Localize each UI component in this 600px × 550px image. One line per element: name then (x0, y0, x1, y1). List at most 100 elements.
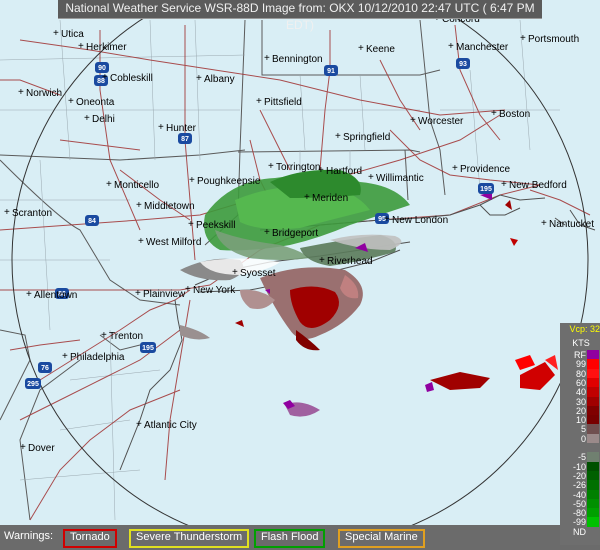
shield-76: 76 (41, 365, 49, 372)
city-label-pittsfield: Pittsfield (264, 97, 302, 108)
city-marker: + (264, 53, 270, 64)
shield-295: 295 (27, 381, 39, 388)
city-label-cobleskill: Cobleskill (110, 73, 153, 84)
city-label-bridgeport: Bridgeport (272, 228, 318, 239)
city-marker: + (196, 73, 202, 84)
city-label-utica: Utica (61, 29, 84, 40)
city-marker: + (106, 179, 112, 190)
city-marker: + (541, 218, 547, 229)
city-marker: + (18, 87, 24, 98)
city-marker: + (384, 214, 390, 225)
city-marker: + (410, 115, 416, 126)
shield-93: 93 (459, 61, 467, 68)
city-label-syosset: Syosset (240, 268, 276, 279)
city-marker: + (232, 267, 238, 278)
city-label-poughkeepsie: Poughkeepsie (197, 176, 261, 187)
radar-map: 90 88 91 87 93 95 84 80 195 195 76 295 +… (0, 0, 600, 550)
city-marker: + (520, 33, 526, 44)
city-label-west-milford: West Milford (146, 237, 201, 248)
city-label-norwich: Norwich (26, 88, 62, 99)
city-marker: + (491, 108, 497, 119)
city-label-bennington: Bennington (272, 54, 323, 65)
legend-swatch (587, 526, 599, 537)
city-marker: + (318, 165, 324, 176)
severe-thunderstorm-warning-button[interactable]: Severe Thunderstorm (129, 529, 250, 548)
city-marker: + (452, 163, 458, 174)
city-marker: + (26, 289, 32, 300)
city-label-middletown: Middletown (144, 201, 195, 212)
radar-frame: 90 88 91 87 93 95 84 80 195 195 76 295 +… (0, 0, 600, 550)
city-label-manchester: Manchester (456, 42, 509, 53)
flash-flood-warning-button[interactable]: Flash Flood (254, 529, 326, 548)
city-label-allentown: Allentown (34, 290, 77, 301)
city-marker: + (264, 227, 270, 238)
city-label-new-bedford: New Bedford (509, 180, 567, 191)
city-marker: + (138, 236, 144, 247)
city-label-worcester: Worcester (418, 116, 464, 127)
city-label-riverhead: Riverhead (327, 256, 373, 267)
city-marker: + (135, 288, 141, 299)
city-marker: + (448, 41, 454, 52)
city-label-keene: Keene (366, 44, 395, 55)
city-label-providence: Providence (460, 164, 510, 175)
city-marker: + (368, 172, 374, 183)
city-label-trenton: Trenton (109, 331, 143, 342)
city-marker: + (101, 330, 107, 341)
city-marker: + (68, 96, 74, 107)
warnings-label: Warnings: (4, 530, 54, 542)
city-label-new-london: New London (392, 215, 448, 226)
city-label-atlantic-city: Atlantic City (144, 420, 197, 431)
shield-195-ma: 195 (480, 186, 492, 193)
city-label-torrington: Torrington (276, 162, 320, 173)
city-marker: + (358, 43, 364, 54)
special-marine-warning-button[interactable]: Special Marine (338, 529, 425, 548)
city-marker: + (62, 351, 68, 362)
city-label-hunter: Hunter (166, 123, 197, 134)
shield-87: 87 (181, 136, 189, 143)
city-marker: + (189, 175, 195, 186)
city-label-portsmouth: Portsmouth (528, 34, 579, 45)
city-marker: + (256, 96, 262, 107)
city-marker: + (53, 28, 59, 39)
city-label-plainview: Plainview (143, 289, 186, 300)
city-label-delhi: Delhi (92, 114, 115, 125)
city-marker: + (158, 122, 164, 133)
city-marker: + (78, 41, 84, 52)
city-marker: + (335, 131, 341, 142)
city-marker: + (20, 442, 26, 453)
legend-units: KTS (572, 338, 590, 348)
city-label-willimantic: Willimantic (376, 173, 424, 184)
tornado-warning-button[interactable]: Tornado (63, 529, 117, 548)
city-marker: + (268, 161, 274, 172)
city-label-new-york: New York (193, 285, 236, 296)
city-label-oneonta: Oneonta (76, 97, 115, 108)
page-title: National Weather Service WSR-88D Image f… (58, 0, 542, 32)
city-label-boston: Boston (499, 109, 530, 120)
city-marker: + (136, 200, 142, 211)
city-marker: + (304, 192, 310, 203)
shield-195-nj: 195 (142, 345, 154, 352)
legend-entry: ND (562, 526, 600, 537)
city-label-peekskill: Peekskill (196, 220, 235, 231)
city-label-philadelphia: Philadelphia (70, 352, 125, 363)
city-marker: + (188, 219, 194, 230)
city-label-scranton: Scranton (12, 208, 52, 219)
city-marker: + (319, 255, 325, 266)
city-marker: + (185, 284, 191, 295)
shield-84: 84 (88, 218, 96, 225)
city-label-meriden: Meriden (312, 193, 348, 204)
shield-91: 91 (327, 68, 335, 75)
city-label-monticello: Monticello (114, 180, 159, 191)
city-marker: + (102, 72, 108, 83)
city-label-springfield: Springfield (343, 132, 390, 143)
city-label-dover: Dover (28, 443, 55, 454)
city-label-albany: Albany (204, 74, 235, 85)
shield-90: 90 (98, 65, 106, 72)
legend-value: ND (573, 526, 586, 537)
city-label-herkimer: Herkimer (86, 42, 127, 53)
legend-vcp: Vcp: 32 (569, 324, 600, 334)
city-marker: + (136, 419, 142, 430)
city-label-nantucket: Nantucket (549, 219, 594, 230)
city-label-hartford: Hartford (326, 166, 362, 177)
city-marker: + (501, 179, 507, 190)
